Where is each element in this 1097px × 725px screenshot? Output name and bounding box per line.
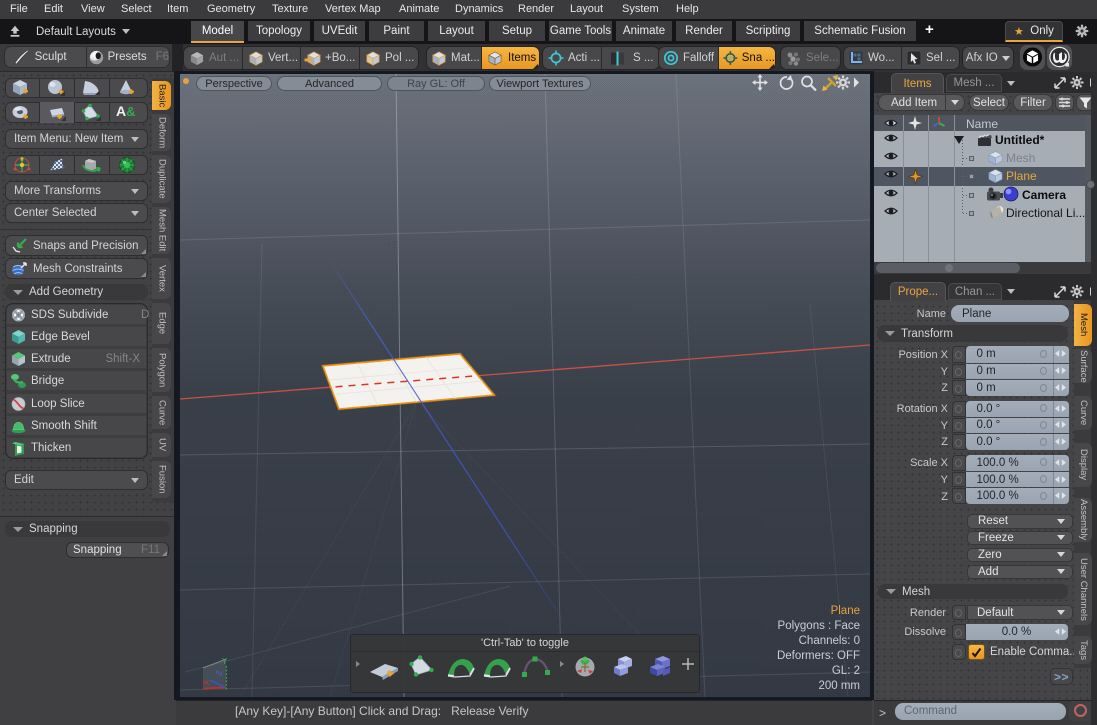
svg-text:+Z: +Z [386, 240, 398, 251]
svg-text:X: X [202, 679, 211, 685]
svg-text:Y: Y [222, 657, 228, 666]
